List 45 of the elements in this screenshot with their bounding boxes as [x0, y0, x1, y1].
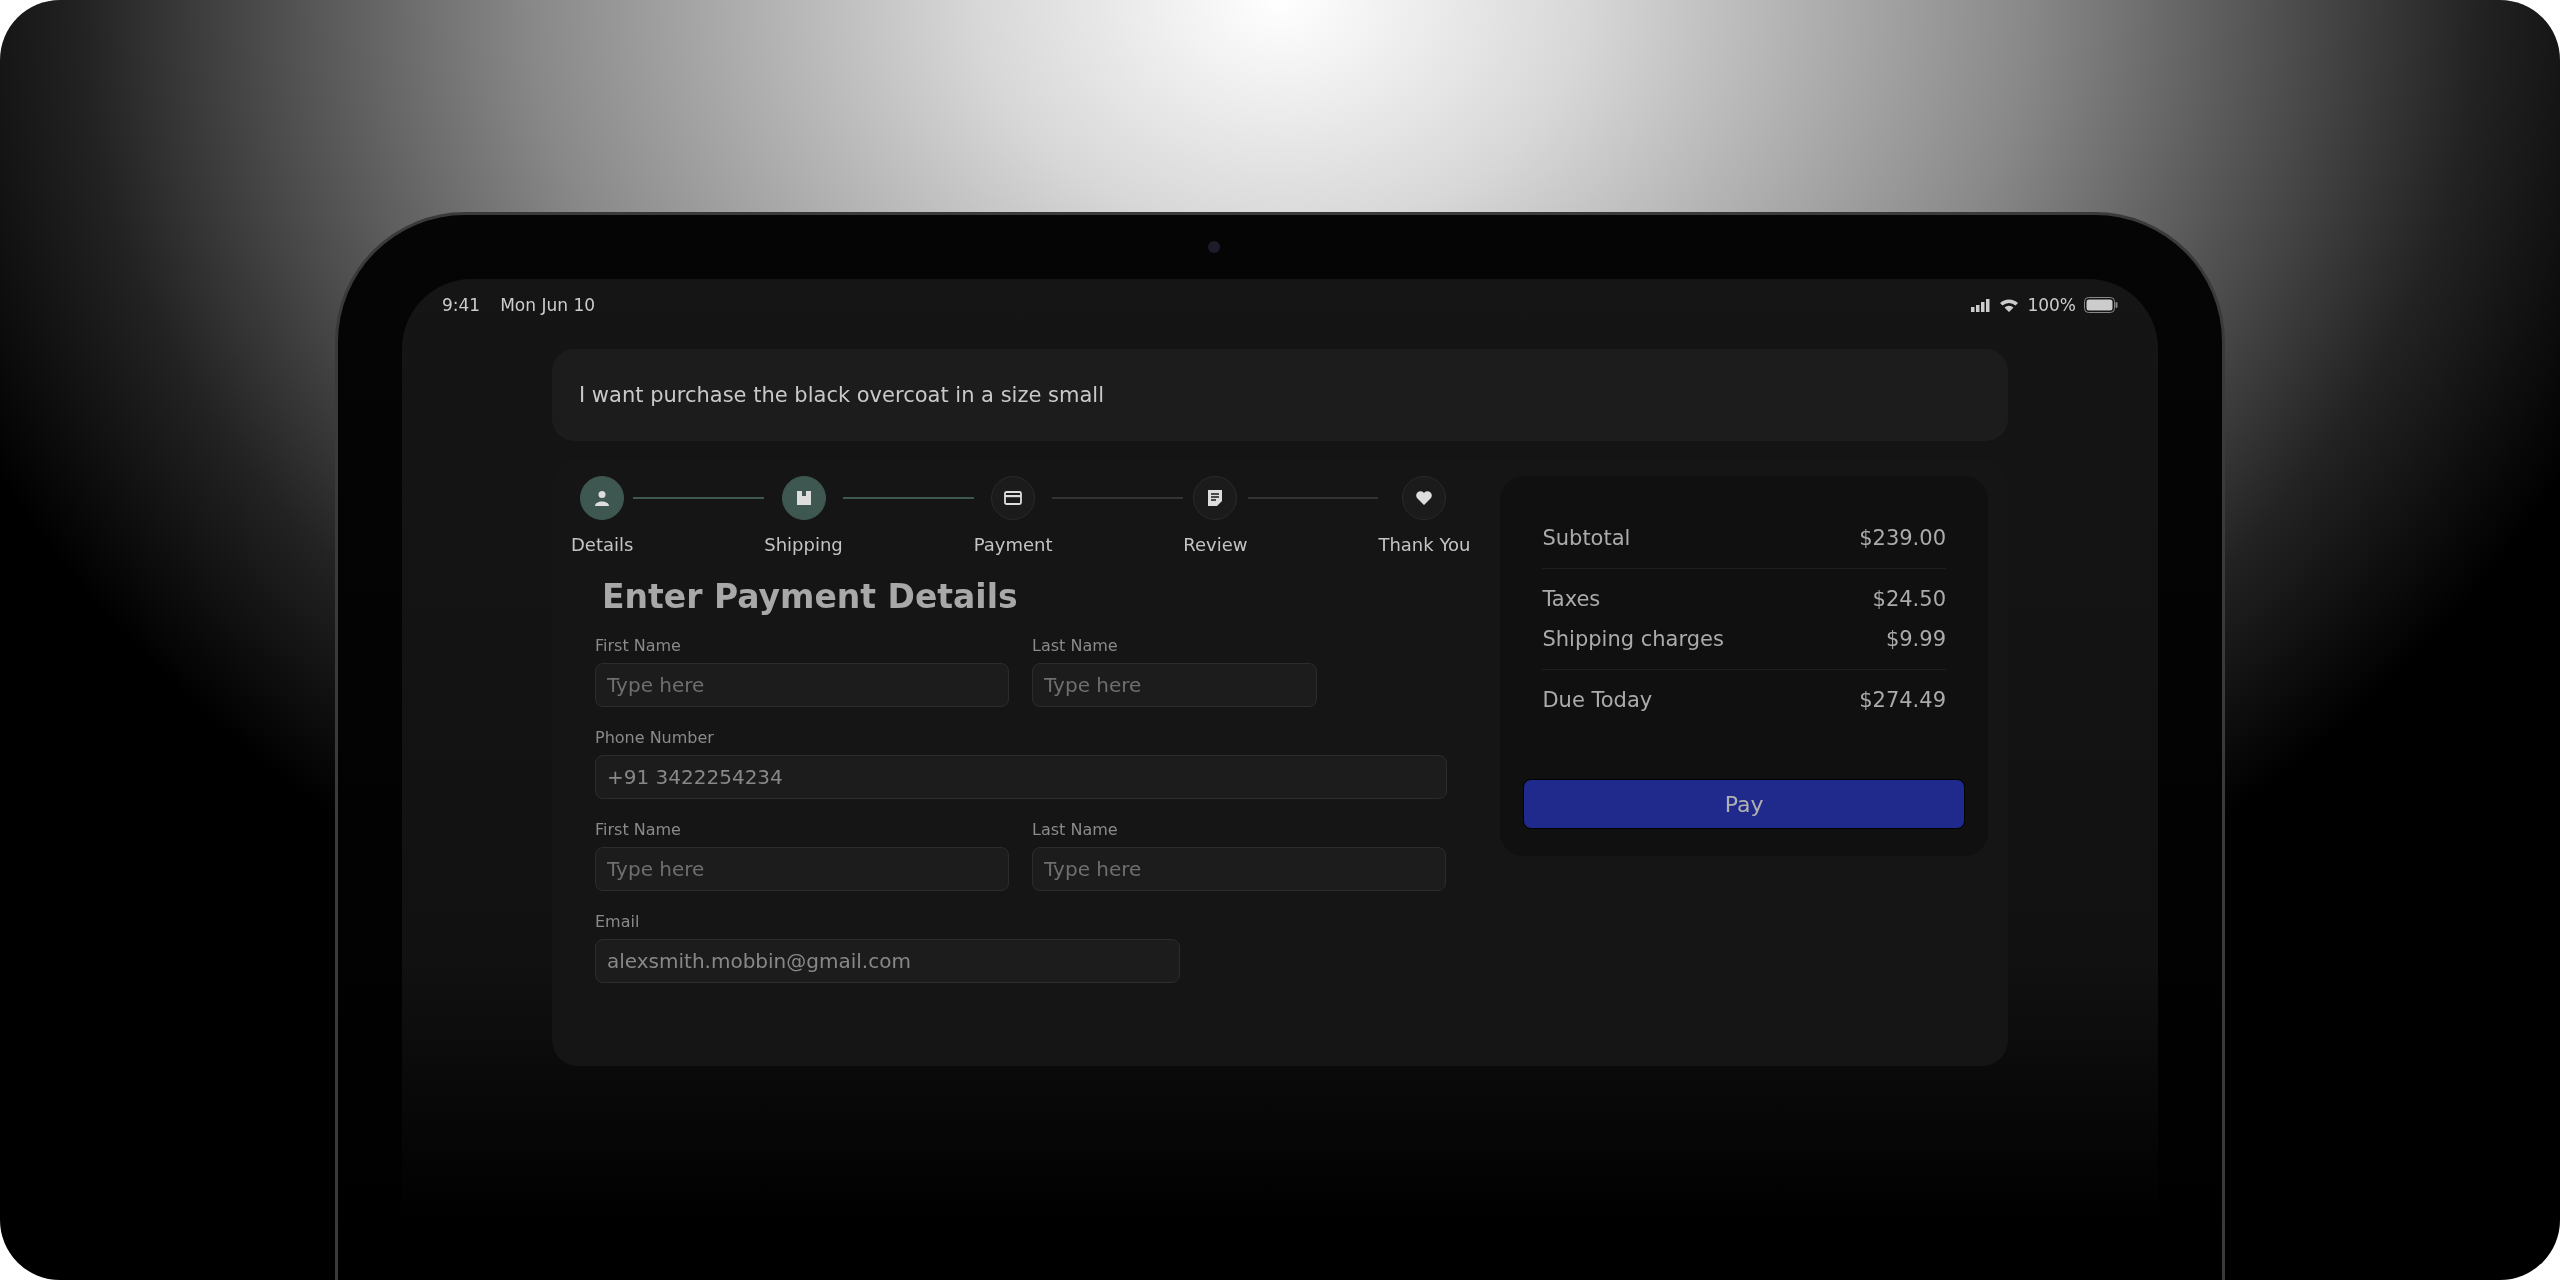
step-circle[interactable] — [580, 476, 625, 520]
step-label: Shipping — [764, 534, 843, 555]
summary-amount: $24.50 — [1872, 587, 1946, 611]
step-label: Details — [571, 534, 634, 555]
summary-amount: $239.00 — [1859, 526, 1946, 550]
step-circle[interactable] — [1193, 476, 1238, 520]
step-circle[interactable] — [991, 476, 1036, 520]
battery-icon — [2084, 297, 2118, 313]
input-field[interactable]: Type here — [595, 663, 1009, 707]
field-label: Phone Number — [595, 728, 715, 747]
summary-label: Subtotal — [1542, 526, 1631, 550]
status-date: Mon Jun 10 — [500, 295, 596, 315]
step-label: Thank You — [1378, 534, 1471, 555]
pay-button[interactable]: Pay — [1523, 779, 1965, 829]
heart-icon — [1415, 490, 1434, 506]
credit-card-icon — [1004, 491, 1023, 505]
summary-label: Shipping charges — [1542, 627, 1724, 651]
step-circle[interactable] — [781, 476, 826, 520]
person-icon — [593, 489, 612, 507]
summary-amount: $274.49 — [1859, 688, 1946, 712]
input-field[interactable]: alexsmith.mobbin@gmail.com — [595, 939, 1180, 983]
summary-label: Taxes — [1542, 587, 1601, 611]
step-circle[interactable] — [1402, 476, 1447, 520]
box-icon — [794, 489, 813, 507]
signal-icon — [1971, 298, 1992, 312]
input-field[interactable]: Type here — [1032, 847, 1446, 891]
battery-percentage: 100% — [2027, 295, 2076, 315]
field-label: First Name — [595, 820, 682, 839]
step-label: Review — [1183, 534, 1248, 555]
status-time: 9:41 — [442, 295, 481, 315]
field-label: Last Name — [1032, 636, 1119, 655]
input-field[interactable]: Type here — [1032, 663, 1317, 707]
field-label: First Name — [595, 636, 682, 655]
summary-amount: $9.99 — [1885, 627, 1946, 651]
field-label: Last Name — [1032, 820, 1119, 839]
camera-icon — [1208, 241, 1220, 253]
field-label: Email — [595, 912, 641, 931]
summary-label: Due Today — [1542, 688, 1653, 712]
document-icon — [1207, 489, 1224, 507]
input-field[interactable]: +91 3422254234 — [595, 755, 1447, 799]
wifi-icon — [1999, 298, 2020, 312]
input-field[interactable]: Type here — [595, 847, 1009, 891]
prompt-text: I want purchase the black overcoat in a size small — [579, 383, 1104, 407]
step-label: Payment — [973, 534, 1053, 555]
form-title: Enter Payment Details — [602, 577, 1019, 616]
